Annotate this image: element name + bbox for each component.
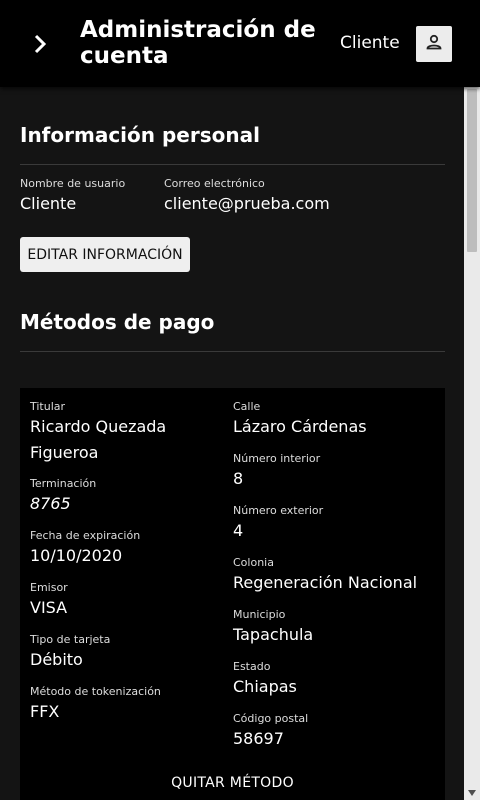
page-title: Administración de cuenta [80,17,316,69]
holder-value: Ricardo Quezada Figueroa [30,417,167,462]
holder-label: Titular [30,400,66,413]
card-type-value: Débito [30,650,83,669]
colony-label: Colonia [233,556,274,569]
municipality-label: Municipio [233,608,286,621]
street-label: Calle [233,400,261,413]
username-label: Nombre de usuario [20,177,126,190]
state-label: Estado [233,660,271,673]
scroll-down-arrow-icon[interactable] [468,790,476,796]
zip-code-label: Código postal [233,712,309,725]
interior-number-value: 8 [233,469,244,488]
street-value: Lázaro Cárdenas [233,417,367,436]
zip-code-value: 58697 [233,729,284,748]
exterior-number-value: 4 [233,521,244,540]
vertical-scrollbar[interactable] [464,87,480,800]
issuer-value: VISA [30,598,68,617]
scrollbar-thumb[interactable] [467,89,477,252]
expiration-value: 10/10/2020 [30,546,123,565]
exterior-number-label: Número exterior [233,504,324,517]
payment-methods-heading: Métodos de pago [20,310,215,334]
person-icon [424,32,444,56]
divider [20,164,445,165]
remove-method-button[interactable]: QUITAR MÉTODO [20,768,445,798]
card-type-label: Tipo de tarjeta [30,633,111,646]
payment-method-card: Titular Ricardo Quezada Figueroa Termina… [20,388,445,800]
termination-label: Terminación [30,477,97,490]
main-content: Información personal Nombre de usuario C… [0,87,464,800]
divider [20,351,445,352]
state-value: Chiapas [233,677,297,696]
expiration-label: Fecha de expiración [30,529,141,542]
user-name-label: Cliente [340,33,400,53]
account-button[interactable] [416,26,452,62]
email-label: Correo electrónico [164,177,265,190]
termination-value: 8765 [30,494,71,513]
email-value: cliente@prueba.com [164,194,330,213]
issuer-label: Emisor [30,581,68,594]
municipality-value: Tapachula [233,625,314,644]
username-value: Cliente [20,194,77,213]
colony-value: Regeneración Nacional [233,573,418,592]
edit-info-button[interactable]: EDITAR INFORMACIÓN [20,237,190,272]
tokenization-label: Método de tokenización [30,685,161,698]
interior-number-label: Número interior [233,452,321,465]
tokenization-value: FFX [30,702,60,721]
personal-info-heading: Información personal [20,123,260,147]
chevron-right-icon[interactable] [24,28,56,60]
app-bar: Administración de cuenta Cliente [0,0,480,87]
